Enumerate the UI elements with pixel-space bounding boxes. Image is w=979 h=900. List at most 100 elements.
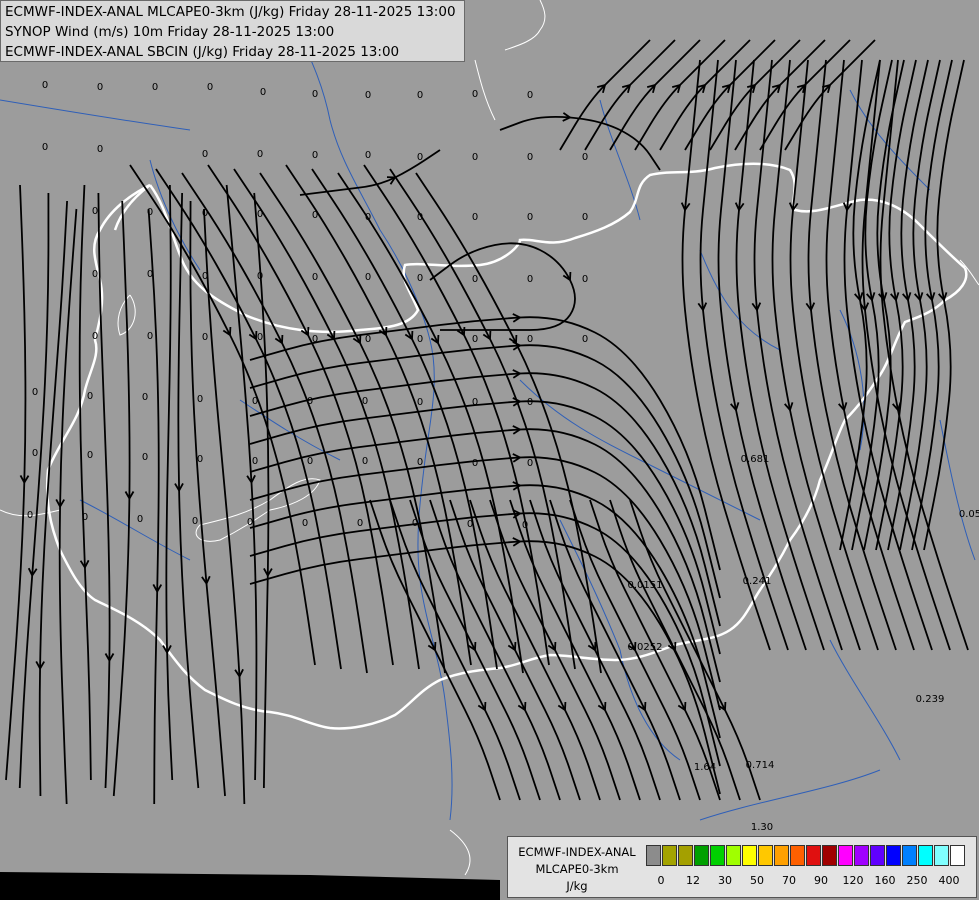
cape-value-label: 0 (522, 520, 528, 531)
cape-value-label: 0 (365, 150, 371, 161)
cape-value-label: 0 (252, 396, 258, 407)
legend-tick-label: 400 (938, 874, 960, 887)
legend-swatch (822, 845, 837, 866)
cape-value-label: 0 (142, 452, 148, 463)
cape-value-label: 0 (527, 212, 533, 223)
cape-value-label: 0 (472, 458, 478, 469)
legend-swatch (870, 845, 885, 866)
cape-value-label: 0 (87, 450, 93, 461)
cape-value-label: 0 (202, 271, 208, 282)
cape-value-label: 0 (417, 397, 423, 408)
legend-tick-label: 160 (874, 874, 896, 887)
cape-value-label: 0 (257, 271, 263, 282)
legend-swatch (662, 845, 677, 866)
legend-swatch (758, 845, 773, 866)
cape-value-label: 0 (92, 269, 98, 280)
cape-value-label: 1.64 (694, 762, 716, 773)
legend-tick-label: 0 (657, 874, 665, 887)
cape-value-label: 0 (472, 89, 478, 100)
cape-value-label: 0 (312, 334, 318, 345)
cape-value-label: 0 (417, 334, 423, 345)
title-line-1: ECMWF-INDEX-ANAL MLCAPE0-3km (J/kg) Frid… (5, 4, 456, 20)
legend-swatch (918, 845, 933, 866)
cape-value-label: 0 (97, 144, 103, 155)
cape-value-label: 0 (252, 456, 258, 467)
cape-value-label: 0 (582, 152, 588, 163)
title-line-2: SYNOP Wind (m/s) 10m Friday 28-11-2025 1… (5, 24, 335, 40)
legend-swatch (790, 845, 805, 866)
cape-value-label: 0 (582, 274, 588, 285)
legend-swatch (742, 845, 757, 866)
legend-tick-label: 120 (842, 874, 864, 887)
legend-swatch (726, 845, 741, 866)
cape-value-label: 0 (147, 207, 153, 218)
legend-swatch (854, 845, 869, 866)
cape-value-label: 0 (32, 387, 38, 398)
cape-value-label: 0 (82, 512, 88, 523)
cape-value-label: 0.239 (916, 694, 945, 705)
title-box: ECMWF-INDEX-ANAL MLCAPE0-3km (J/kg) Frid… (0, 0, 465, 62)
cape-value-label: 0 (92, 331, 98, 342)
cape-value-label: 0 (312, 89, 318, 100)
cape-value-label: 0.241 (743, 576, 772, 587)
cape-value-label: 0 (467, 519, 473, 530)
cape-value-label: 0 (207, 82, 213, 93)
cape-value-label: 0 (192, 516, 198, 527)
cape-value-label: 0.681 (741, 454, 770, 465)
cape-value-label: 0 (202, 332, 208, 343)
cape-value-label: 0 (142, 392, 148, 403)
cape-value-label: 0 (472, 212, 478, 223)
cape-value-label: 0 (147, 331, 153, 342)
cape-value-label: 0 (197, 394, 203, 405)
legend-swatch (678, 845, 693, 866)
cape-value-label: 0.714 (746, 760, 775, 771)
cape-value-label: 0 (42, 142, 48, 153)
cape-value-label: 0 (365, 212, 371, 223)
cape-value-label: 0 (362, 456, 368, 467)
legend-source-label: ECMWF-INDEX-ANAL (518, 845, 636, 859)
legend-swatch (694, 845, 709, 866)
cape-value-label: 0 (527, 90, 533, 101)
legend-tick-label: 70 (782, 874, 796, 887)
cape-value-label: 0 (257, 332, 263, 343)
cape-value-label: 0.0252 (628, 642, 663, 653)
cape-value-label: 0 (582, 212, 588, 223)
cape-value-label: 0 (362, 396, 368, 407)
cape-value-label: 0 (365, 272, 371, 283)
cape-value-label: 1.30 (751, 822, 773, 833)
cape-value-label: 0 (87, 391, 93, 402)
cape-value-label: 0 (527, 458, 533, 469)
legend-swatch (838, 845, 853, 866)
cape-value-label: 0 (312, 210, 318, 221)
legend-tick-label: 250 (906, 874, 928, 887)
cape-value-label: 0 (357, 518, 363, 529)
cape-value-label: 0 (417, 212, 423, 223)
cape-value-label: 0 (42, 80, 48, 91)
cape-value-label: 0 (32, 448, 38, 459)
cape-value-label: 0 (260, 87, 266, 98)
cape-value-label: 0 (527, 274, 533, 285)
legend-swatch (710, 845, 725, 866)
cape-value-label: 0.0151 (628, 580, 663, 591)
cape-value-label: 0 (472, 274, 478, 285)
cape-value-label: 0 (417, 152, 423, 163)
cape-value-label: 0 (365, 90, 371, 101)
cape-value-label: 0 (247, 517, 253, 528)
cape-value-label: 0 (417, 273, 423, 284)
legend-swatch (902, 845, 917, 866)
cape-value-label: 0 (202, 149, 208, 160)
cape-value-label: 0 (152, 82, 158, 93)
cape-value-label: 0 (197, 454, 203, 465)
legend-tick-label: 12 (686, 874, 700, 887)
cape-value-label: 0 (365, 334, 371, 345)
cape-value-label: 0 (302, 518, 308, 529)
legend-swatch (934, 845, 949, 866)
cape-value-label: 0 (97, 82, 103, 93)
cape-value-label: 0 (472, 334, 478, 345)
cape-value-label: 0 (312, 272, 318, 283)
color-legend: ECMWF-INDEX-ANAL MLCAPE0-3km J/kg 0 12 30 5… (507, 836, 977, 898)
cape-value-label: 0 (472, 397, 478, 408)
weather-map: 0 0 0 0 0 0 0 0 0 0 0 0 0 0 0 0 0 0 0 0 0 0 0 0 0 0 0 0 0 0 0 0 0 0 0 0 0 0 0 0… (0, 0, 979, 900)
cape-value-label: 0 (417, 90, 423, 101)
cape-value-label: 0 (202, 208, 208, 219)
